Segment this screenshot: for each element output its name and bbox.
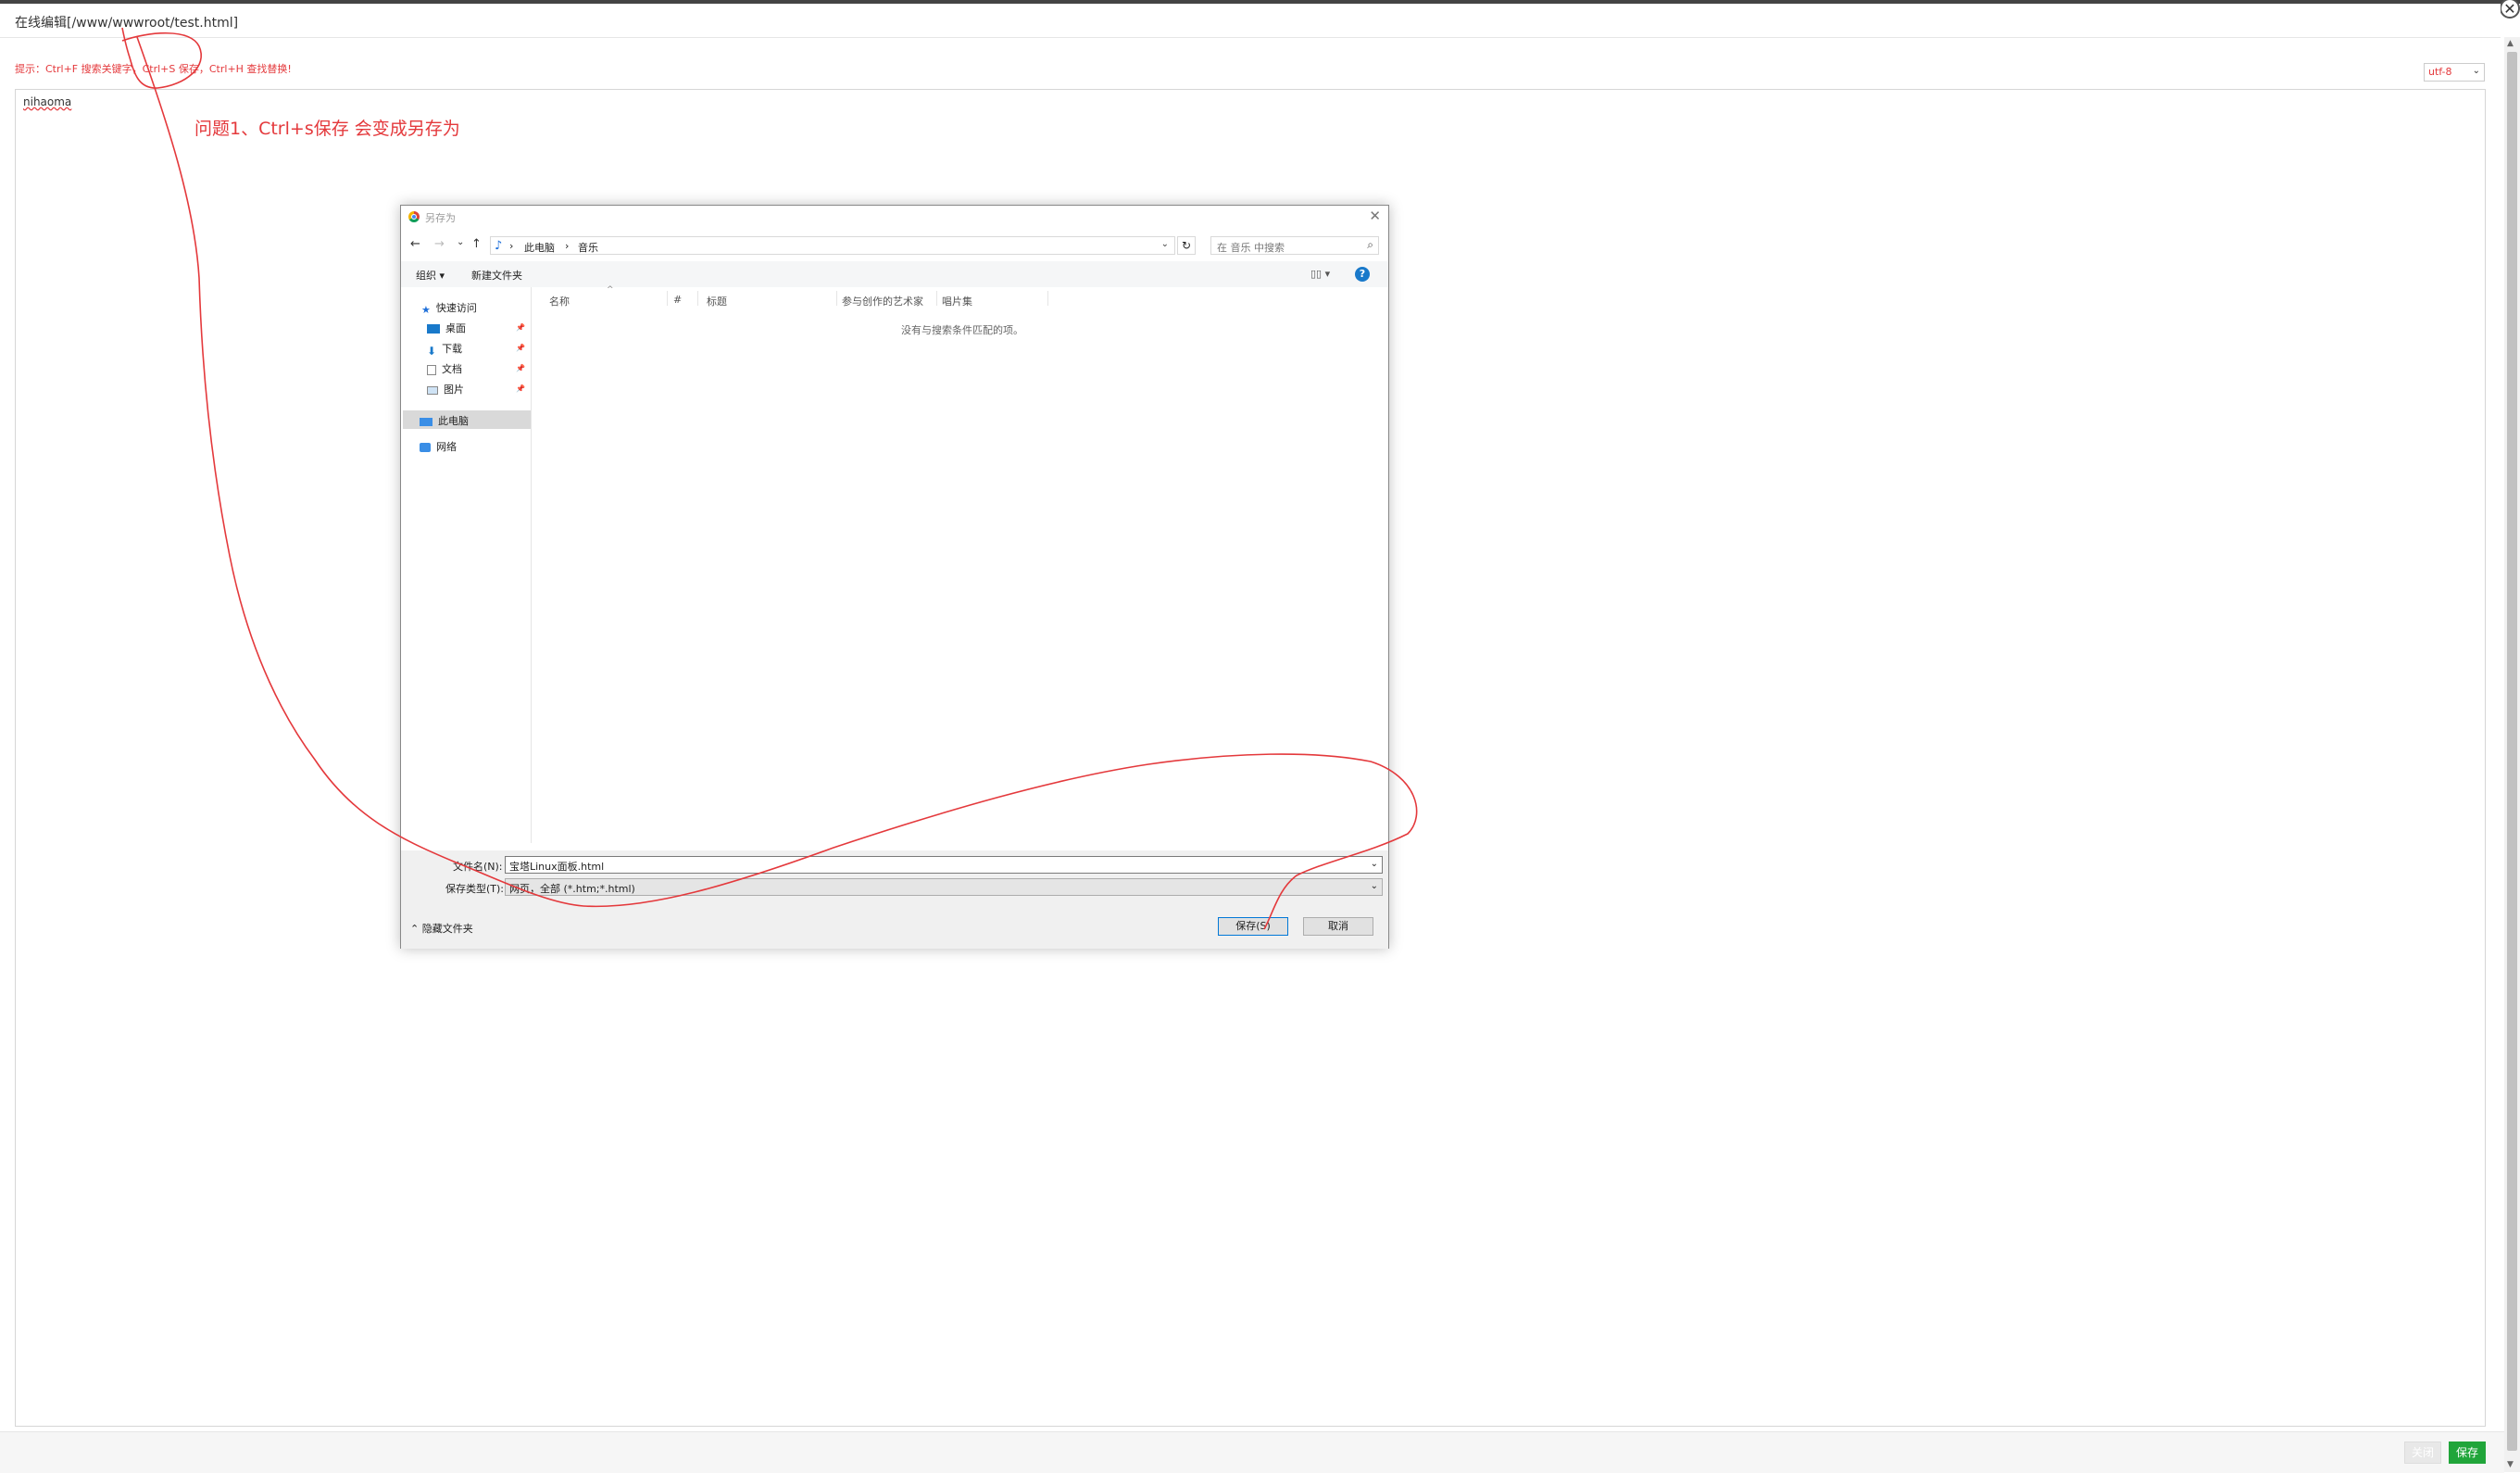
nav-network[interactable]: 网络: [420, 439, 457, 458]
music-note-icon: ♪: [495, 239, 503, 253]
filetype-select[interactable]: 网页，全部 (*.htm;*.html) ⌄: [505, 878, 1383, 896]
network-icon: [420, 443, 431, 452]
nav-label: 文档: [442, 363, 462, 375]
back-arrow-icon[interactable]: ←: [410, 237, 420, 251]
empty-message: 没有与搜索条件匹配的项。: [901, 324, 1023, 336]
filename-input[interactable]: 宝塔Linux面板.html ⌄: [505, 856, 1383, 874]
hide-folders-label: 隐藏文件夹: [421, 923, 473, 935]
chevron-down-icon: ⌄: [2472, 66, 2480, 76]
dialog-cancel-button[interactable]: 取消: [1303, 917, 1373, 936]
download-icon: ⬇: [427, 345, 437, 358]
forward-arrow-icon[interactable]: →: [434, 237, 445, 251]
dialog-titlebar: 另存为 ✕: [401, 206, 1388, 228]
page-title: 在线编辑[/www/wwwroot/test.html]: [15, 16, 239, 31]
column-header-number[interactable]: #: [673, 294, 682, 306]
nav-this-pc[interactable]: 此电脑: [420, 413, 469, 432]
breadcrumb-separator: ›: [509, 240, 514, 252]
nav-quick-access[interactable]: ★ 快速访问: [421, 300, 477, 319]
dialog-toolbar: 组织 ▾ 新建文件夹 ▯▯ ▾ ?: [401, 261, 1388, 287]
save-as-dialog: 另存为 ✕ ← → ⌄ ↑ ♪ › 此电脑 › 音乐 ⌄ ↻ 在 音乐 中搜索 …: [400, 205, 1389, 949]
nav-label: 桌面: [445, 322, 466, 334]
dialog-navbar: ← → ⌄ ↑ ♪ › 此电脑 › 音乐 ⌄ ↻ 在 音乐 中搜索 ⌕: [401, 233, 1388, 258]
search-input[interactable]: 在 音乐 中搜索 ⌕: [1210, 236, 1379, 255]
column-header-album[interactable]: 唱片集: [942, 294, 972, 308]
nav-label: 快速访问: [435, 302, 477, 314]
vertical-scrollbar[interactable]: ▲ ▼: [2504, 37, 2520, 1472]
nav-item-documents[interactable]: 文档 📌: [427, 361, 531, 380]
nav-item-pictures[interactable]: 图片 📌: [427, 382, 531, 400]
nav-label: 下载: [442, 343, 463, 355]
column-separator[interactable]: [936, 291, 937, 306]
chevron-down-icon[interactable]: ⌄: [1371, 881, 1378, 891]
column-header-artist[interactable]: 参与创作的艺术家: [842, 294, 923, 308]
save-button[interactable]: 保存: [2449, 1442, 2486, 1464]
recent-locations-icon[interactable]: ⌄: [457, 237, 464, 247]
chevron-down-icon[interactable]: ⌄: [1161, 239, 1169, 249]
editor-content[interactable]: nihaoma: [23, 95, 71, 108]
close-button[interactable]: 关闭: [2404, 1442, 2441, 1464]
shortcut-tip: 提示：Ctrl+F 搜索关键字，Ctrl+S 保存，Ctrl+H 查找替换!: [15, 63, 292, 75]
encoding-value: utf-8: [2428, 66, 2452, 78]
pin-icon[interactable]: 📌: [516, 384, 525, 393]
new-folder-button[interactable]: 新建文件夹: [471, 268, 522, 283]
picture-icon: [427, 385, 438, 395]
nav-label: 此电脑: [438, 415, 469, 427]
document-icon: [427, 364, 436, 375]
dialog-save-button[interactable]: 保存(S): [1218, 917, 1288, 936]
search-icon: ⌕: [1367, 238, 1373, 251]
dialog-bottom-panel: 文件名(N): 宝塔Linux面板.html ⌄ 保存类型(T): 网页，全部 …: [401, 850, 1388, 949]
refresh-icon[interactable]: ↻: [1177, 236, 1196, 255]
close-icon[interactable]: ✕: [2500, 0, 2520, 19]
scroll-up-icon[interactable]: ▲: [2507, 39, 2514, 48]
column-header-name[interactable]: 名称: [549, 294, 570, 308]
column-separator[interactable]: [697, 291, 698, 306]
column-header-title[interactable]: 标题: [707, 294, 727, 308]
star-icon: ★: [421, 304, 431, 316]
column-separator[interactable]: [667, 291, 668, 306]
computer-icon: [420, 417, 433, 426]
dialog-close-icon[interactable]: ✕: [1369, 208, 1381, 224]
column-separator[interactable]: [1047, 291, 1048, 306]
hide-folders-toggle[interactable]: ⌃ 隐藏文件夹: [410, 921, 473, 936]
chrome-icon: [408, 211, 420, 222]
view-options-button[interactable]: ▯▯ ▾: [1310, 268, 1330, 280]
nav-item-downloads[interactable]: ⬇ 下载 📌: [427, 341, 531, 359]
pin-icon[interactable]: 📌: [516, 344, 525, 352]
up-arrow-icon[interactable]: ↑: [471, 237, 482, 251]
organize-button[interactable]: 组织 ▾: [416, 268, 445, 283]
scroll-down-icon[interactable]: ▼: [2507, 1460, 2514, 1469]
nav-label: 网络: [436, 441, 457, 453]
editor-header: 在线编辑[/www/wwwroot/test.html]: [0, 4, 2501, 38]
editor-footer: 关闭 保存: [0, 1431, 2504, 1473]
nav-item-desktop[interactable]: 桌面 📌: [427, 321, 531, 339]
address-bar[interactable]: ♪ › 此电脑 › 音乐 ⌄: [490, 236, 1175, 255]
desktop-icon: [427, 324, 440, 334]
filetype-value: 网页，全部 (*.htm;*.html): [509, 883, 635, 895]
pin-icon[interactable]: 📌: [516, 323, 525, 332]
help-icon[interactable]: ?: [1355, 267, 1370, 282]
filename-label: 文件名(N):: [453, 861, 503, 873]
breadcrumb-this-pc[interactable]: 此电脑: [524, 240, 555, 255]
sort-caret-icon: ^: [607, 285, 614, 295]
column-separator[interactable]: [836, 291, 837, 306]
encoding-select[interactable]: utf-8 ⌄: [2424, 63, 2485, 82]
navigation-pane: ★ 快速访问 桌面 📌 ⬇ 下载 📌 文档 📌 图片 📌 此电脑 网络: [401, 287, 532, 843]
breadcrumb-music[interactable]: 音乐: [578, 240, 598, 255]
nav-label: 图片: [444, 384, 464, 396]
chevron-up-icon: ⌃: [410, 923, 422, 935]
pin-icon[interactable]: 📌: [516, 364, 525, 372]
dialog-title: 另存为: [425, 212, 456, 224]
search-placeholder: 在 音乐 中搜索: [1217, 242, 1285, 254]
filename-value: 宝塔Linux面板.html: [509, 861, 605, 873]
scrollbar-thumb[interactable]: [2507, 52, 2517, 1451]
breadcrumb-separator: ›: [565, 240, 570, 252]
chevron-down-icon[interactable]: ⌄: [1371, 859, 1378, 869]
annotation-text: 问题1、Ctrl+s保存 会变成另存为: [194, 119, 460, 139]
filetype-label: 保存类型(T):: [445, 883, 505, 895]
